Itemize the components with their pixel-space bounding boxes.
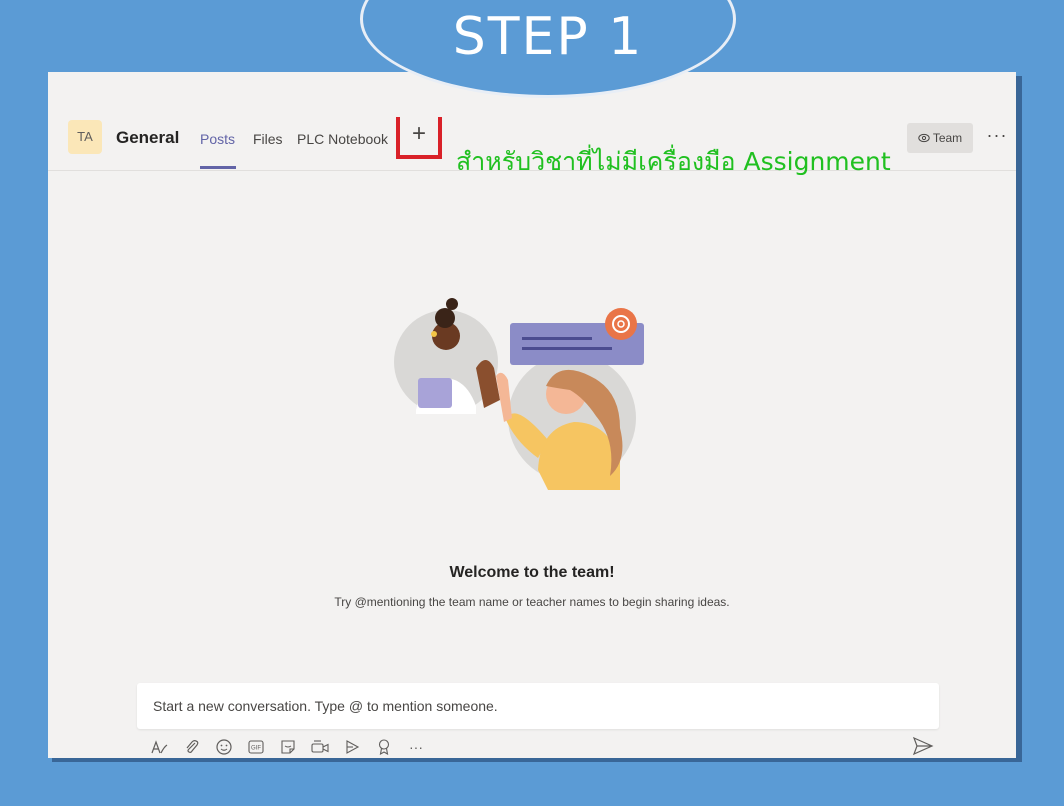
compose-placeholder: Start a new conversation. Type @ to ment… <box>153 698 498 714</box>
send-button[interactable] <box>912 736 934 756</box>
team-avatar[interactable]: TA <box>68 120 102 154</box>
gif-label: GIF <box>251 746 261 752</box>
format-icon[interactable] <box>151 738 169 756</box>
team-button[interactable]: Team <box>907 123 973 153</box>
teams-channel-window: TA General Posts Files PLC Notebook + สำ… <box>48 72 1016 758</box>
compose-toolbar: GIF ··· <box>151 736 425 758</box>
tab-files[interactable]: Files <box>253 131 283 147</box>
tab-plc-notebook[interactable]: PLC Notebook <box>297 131 388 147</box>
welcome-illustration <box>394 298 644 490</box>
praise-icon[interactable] <box>375 738 393 756</box>
welcome-title: Welcome to the team! <box>449 564 615 581</box>
add-tab-button[interactable]: + <box>396 117 442 159</box>
step-title: STEP 1 <box>452 7 644 67</box>
sticker-icon[interactable] <box>279 738 297 756</box>
active-tab-indicator <box>200 166 236 169</box>
team-button-label: Team <box>932 131 963 145</box>
stream-icon[interactable] <box>343 738 361 756</box>
send-icon <box>912 736 934 756</box>
compose-box[interactable]: Start a new conversation. Type @ to ment… <box>137 683 939 729</box>
more-options-button[interactable]: ··· <box>984 120 1010 150</box>
gif-icon[interactable]: GIF <box>247 738 265 756</box>
welcome-subtitle: Try @mentioning the team name or teacher… <box>334 595 730 609</box>
tab-posts[interactable]: Posts <box>200 131 235 147</box>
attach-icon[interactable] <box>183 738 201 756</box>
meet-icon[interactable] <box>311 738 329 756</box>
channel-name: General <box>116 128 180 147</box>
more-icon[interactable]: ··· <box>407 738 425 756</box>
emoji-icon[interactable] <box>215 738 233 756</box>
eye-icon <box>918 133 930 143</box>
thai-annotation: สำหรับวิชาที่ไม่มีเครื่องมือ Assignment <box>456 147 891 176</box>
